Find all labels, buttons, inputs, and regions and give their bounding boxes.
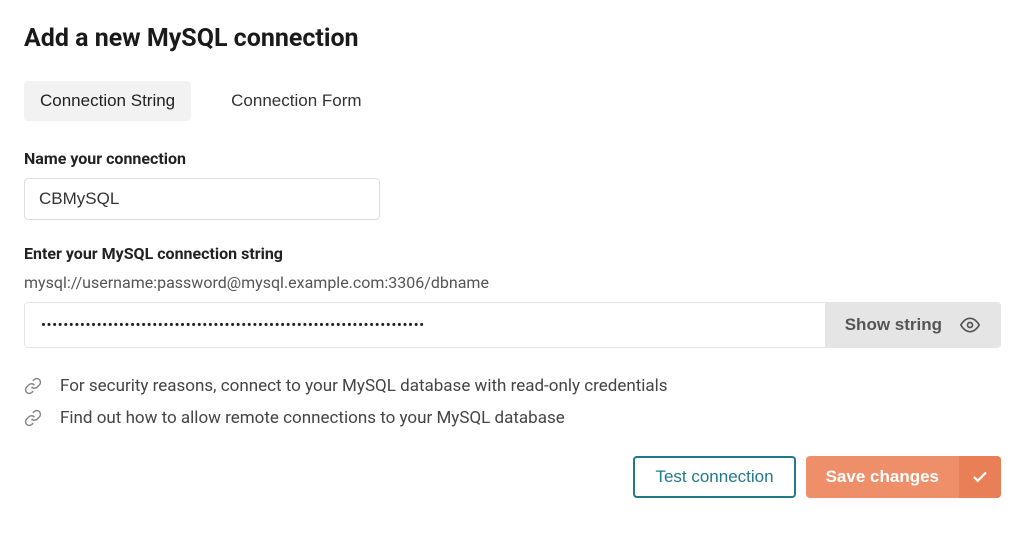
save-changes-label: Save changes — [806, 467, 959, 487]
link-icon — [24, 377, 42, 395]
connection-string-input[interactable]: ••••••••••••••••••••••••••••••••••••••••… — [25, 303, 825, 347]
connection-string-hint: mysql://username:password@mysql.example.… — [24, 273, 1001, 292]
tab-connection-form[interactable]: Connection Form — [215, 81, 377, 121]
link-icon — [24, 409, 42, 427]
show-string-button[interactable]: Show string — [825, 303, 1000, 347]
connection-string-row: ••••••••••••••••••••••••••••••••••••••••… — [24, 302, 1001, 348]
connection-string-label: Enter your MySQL connection string — [24, 244, 1001, 263]
tabs: Connection String Connection Form — [24, 81, 1001, 121]
help-link-read-only-text: For security reasons, connect to your My… — [60, 376, 668, 396]
name-input[interactable] — [24, 178, 380, 220]
actions-row: Test connection Save changes — [24, 456, 1001, 498]
tab-connection-string[interactable]: Connection String — [24, 81, 191, 121]
help-links: For security reasons, connect to your My… — [24, 376, 1001, 428]
help-link-remote-text: Find out how to allow remote connections… — [60, 408, 565, 428]
show-string-label: Show string — [845, 315, 942, 335]
save-changes-button[interactable]: Save changes — [806, 456, 1001, 498]
name-field-label: Name your connection — [24, 149, 1001, 168]
help-link-remote[interactable]: Find out how to allow remote connections… — [24, 408, 1001, 428]
eye-icon — [960, 315, 980, 335]
help-link-read-only[interactable]: For security reasons, connect to your My… — [24, 376, 1001, 396]
check-icon — [971, 468, 989, 486]
test-connection-button[interactable]: Test connection — [633, 456, 795, 498]
save-changes-check — [959, 456, 1001, 498]
connection-string-group: Enter your MySQL connection string mysql… — [24, 244, 1001, 348]
name-field-group: Name your connection — [24, 149, 1001, 220]
page-title: Add a new MySQL connection — [24, 24, 1001, 53]
